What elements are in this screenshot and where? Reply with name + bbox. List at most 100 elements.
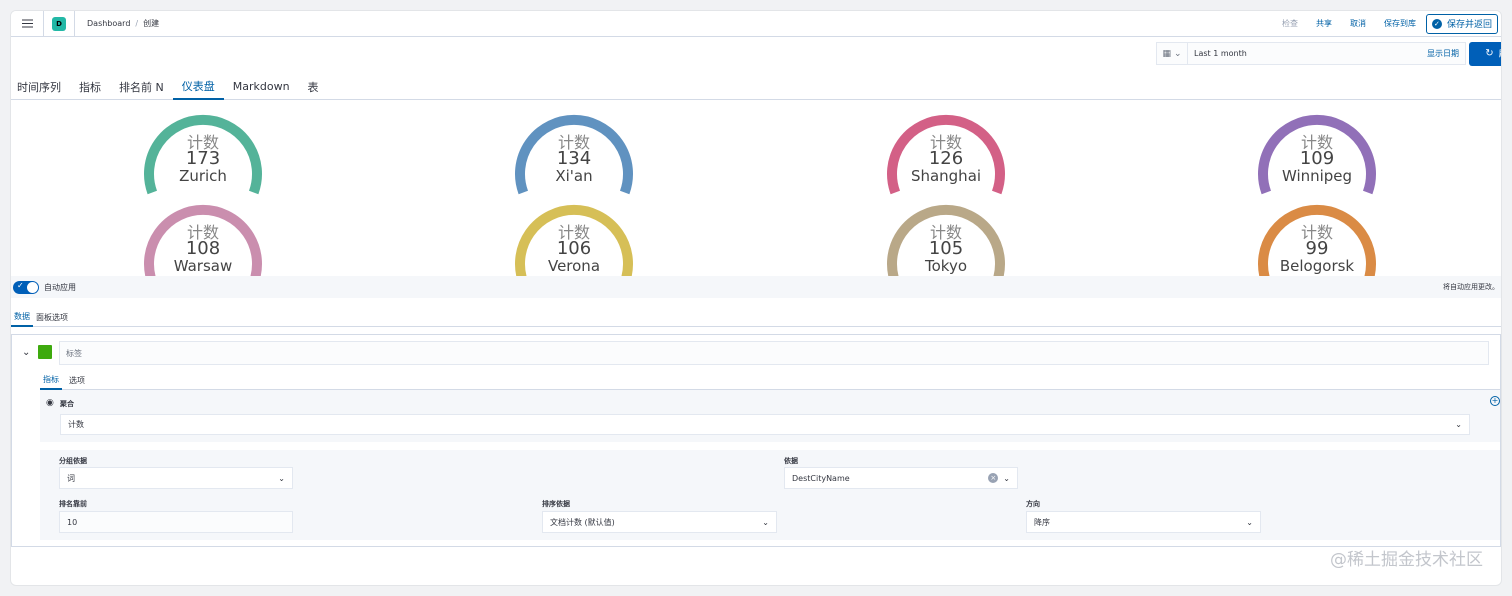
- tab-markdown[interactable]: Markdown: [224, 73, 299, 100]
- chevron-down-icon[interactable]: ⌄: [22, 347, 30, 358]
- top-value: 10: [67, 517, 78, 527]
- top-input[interactable]: 10: [59, 511, 293, 533]
- series-tabs: 指标 选项: [40, 370, 1500, 390]
- order-by-select[interactable]: 文档计数 (默认值) ⌄: [542, 511, 777, 533]
- date-range-field[interactable]: Last 1 month 显示日期: [1188, 42, 1466, 65]
- gauge-city: Xi'an: [555, 167, 593, 185]
- gauge-value: 105: [928, 238, 964, 259]
- top-label: 排名靠前: [59, 500, 87, 508]
- gauge-city: Zurich: [179, 167, 227, 185]
- vis-type-tabs: 时间序列 指标 排名前 N 仪表盘 Markdown 表: [11, 73, 1501, 100]
- tab-options[interactable]: 选项: [66, 370, 88, 390]
- tab-timeseries[interactable]: 时间序列: [11, 73, 70, 100]
- series-panel: ⌄ 标签 指标 选项 ◉ 聚合 + 计数 ⌄ 分组依据 词 ⌄ 依据 DestC…: [11, 334, 1501, 547]
- breadcrumb-dashboard[interactable]: Dashboard: [87, 19, 130, 28]
- app-window: D Dashboard / 创建 检查 共享 取消 保存到库 ✓ 保存并返回 ▦…: [10, 10, 1502, 586]
- refresh-label: 刷新: [1499, 47, 1501, 60]
- check-icon: ✓: [1431, 18, 1442, 29]
- save-to-library-button[interactable]: 保存到库: [1384, 18, 1416, 29]
- breadcrumb-separator: /: [135, 19, 139, 28]
- gauge-4: 计数 108 Warsaw: [138, 199, 268, 276]
- order-by-label: 排序依据: [542, 500, 570, 508]
- gauge-city: Belogorsk: [1279, 257, 1355, 275]
- gauge-5: 计数 106 Verona: [509, 199, 639, 276]
- save-and-return-button[interactable]: ✓ 保存并返回: [1425, 13, 1498, 34]
- gauge-value: 134: [556, 148, 592, 169]
- auto-apply-switch[interactable]: ✓: [13, 280, 39, 294]
- gauge-1: 计数 134 Xi'an: [509, 109, 639, 199]
- share-button[interactable]: 共享: [1316, 18, 1332, 29]
- group-by-block: 分组依据 词 ⌄ 依据 DestCityName × ⌄ 排名靠前 10 排序依…: [40, 450, 1500, 540]
- query-bar: ▦ ⌄ Last 1 month 显示日期 ↻ 刷新: [1156, 41, 1501, 66]
- gauge-city: Winnipeg: [1281, 167, 1353, 185]
- divider: [74, 11, 75, 37]
- aggregation-block: ◉ 聚合 + 计数 ⌄: [40, 390, 1500, 442]
- tab-table[interactable]: 表: [299, 73, 328, 100]
- chevron-down-icon: ⌄: [1246, 517, 1253, 527]
- auto-apply-label: 自动应用: [44, 282, 76, 292]
- tab-data[interactable]: 数据: [11, 308, 33, 327]
- group-by-select[interactable]: 词 ⌄: [59, 467, 293, 489]
- gauge-city: Warsaw: [173, 257, 233, 275]
- date-quick-menu[interactable]: ▦ ⌄: [1156, 42, 1188, 65]
- chevron-down-icon: ⌄: [1003, 473, 1010, 483]
- check-icon: ✓: [17, 280, 24, 290]
- direction-select[interactable]: 降序 ⌄: [1026, 511, 1261, 533]
- space-avatar[interactable]: D: [52, 16, 66, 31]
- refresh-icon: ↻: [1485, 48, 1494, 59]
- gauge-grid: 计数 173 Zurich 计数 134 Xi'an 计数 126 Shanghai 计数 109 W…: [11, 101, 1501, 276]
- top-header: D Dashboard / 创建 检查 共享 取消 保存到库 ✓ 保存并返回: [11, 11, 1501, 37]
- editor-tabs: 数据 面板选项: [11, 308, 1501, 327]
- calendar-icon: ▦: [1162, 48, 1171, 59]
- gauge-value: 99: [1305, 238, 1329, 259]
- auto-apply-bar: ✓ 自动应用 将自动应用更改。: [11, 276, 1501, 298]
- chevron-down-icon: ⌄: [762, 517, 769, 527]
- by-field-select[interactable]: DestCityName × ⌄: [784, 467, 1018, 489]
- gauge-city: Tokyo: [925, 257, 967, 275]
- save-and-return-label: 保存并返回: [1446, 20, 1492, 30]
- gauge-city: Shanghai: [910, 167, 982, 185]
- cancel-button[interactable]: 取消: [1350, 18, 1366, 29]
- gauge-city: Verona: [547, 257, 601, 275]
- tab-metrics[interactable]: 指标: [40, 370, 62, 390]
- tab-metric[interactable]: 指标: [70, 73, 110, 100]
- auto-apply-hint: 将自动应用更改。: [1443, 283, 1499, 291]
- series-label-placeholder: 标签: [66, 348, 82, 358]
- tab-gauge[interactable]: 仪表盘: [172, 73, 224, 100]
- menu-icon[interactable]: [16, 13, 38, 35]
- gauge-6: 计数 105 Tokyo: [881, 199, 1011, 276]
- aggregation-value: 计数: [68, 420, 84, 429]
- tab-top-n[interactable]: 排名前 N: [110, 73, 173, 100]
- show-dates-link[interactable]: 显示日期: [1427, 48, 1459, 59]
- gauge-3: 计数 109 Winnipeg: [1252, 109, 1382, 199]
- gauge-value: 126: [928, 148, 964, 169]
- add-circle-icon[interactable]: +: [1490, 396, 1500, 406]
- clear-icon[interactable]: ×: [988, 473, 999, 483]
- date-range-value: Last 1 month: [1194, 49, 1247, 58]
- divider: [43, 11, 44, 37]
- breadcrumb-current: 创建: [143, 19, 160, 28]
- gauge-0: 计数 173 Zurich: [138, 109, 268, 199]
- refresh-button[interactable]: ↻ 刷新: [1469, 41, 1501, 66]
- gauge-value: 173: [185, 148, 221, 169]
- breadcrumb: Dashboard / 创建: [87, 18, 159, 29]
- inspect-button[interactable]: 检查: [1282, 18, 1298, 29]
- group-by-label: 分组依据: [59, 457, 87, 465]
- gauge-7: 计数 99 Belogorsk: [1252, 199, 1382, 276]
- series-header: ⌄ 标签: [12, 341, 1500, 365]
- watermark: @稀土掘金技术社区: [1330, 550, 1483, 570]
- gauge-2: 计数 126 Shanghai: [881, 109, 1011, 199]
- chevron-down-icon: ⌄: [1455, 420, 1462, 429]
- series-color-swatch[interactable]: [38, 345, 52, 359]
- series-label-input[interactable]: 标签: [59, 341, 1489, 365]
- gauge-value: 106: [556, 238, 592, 259]
- direction-label: 方向: [1026, 500, 1040, 508]
- order-by-value: 文档计数 (默认值): [550, 517, 615, 527]
- tab-panel-options[interactable]: 面板选项: [33, 308, 71, 327]
- gauge-value: 109: [1299, 148, 1335, 169]
- direction-value: 降序: [1034, 517, 1050, 527]
- aggregation-title: 聚合: [60, 400, 74, 408]
- gauge-value: 108: [185, 238, 221, 259]
- aggregation-select[interactable]: 计数 ⌄: [60, 414, 1470, 435]
- eye-icon[interactable]: ◉: [46, 398, 54, 408]
